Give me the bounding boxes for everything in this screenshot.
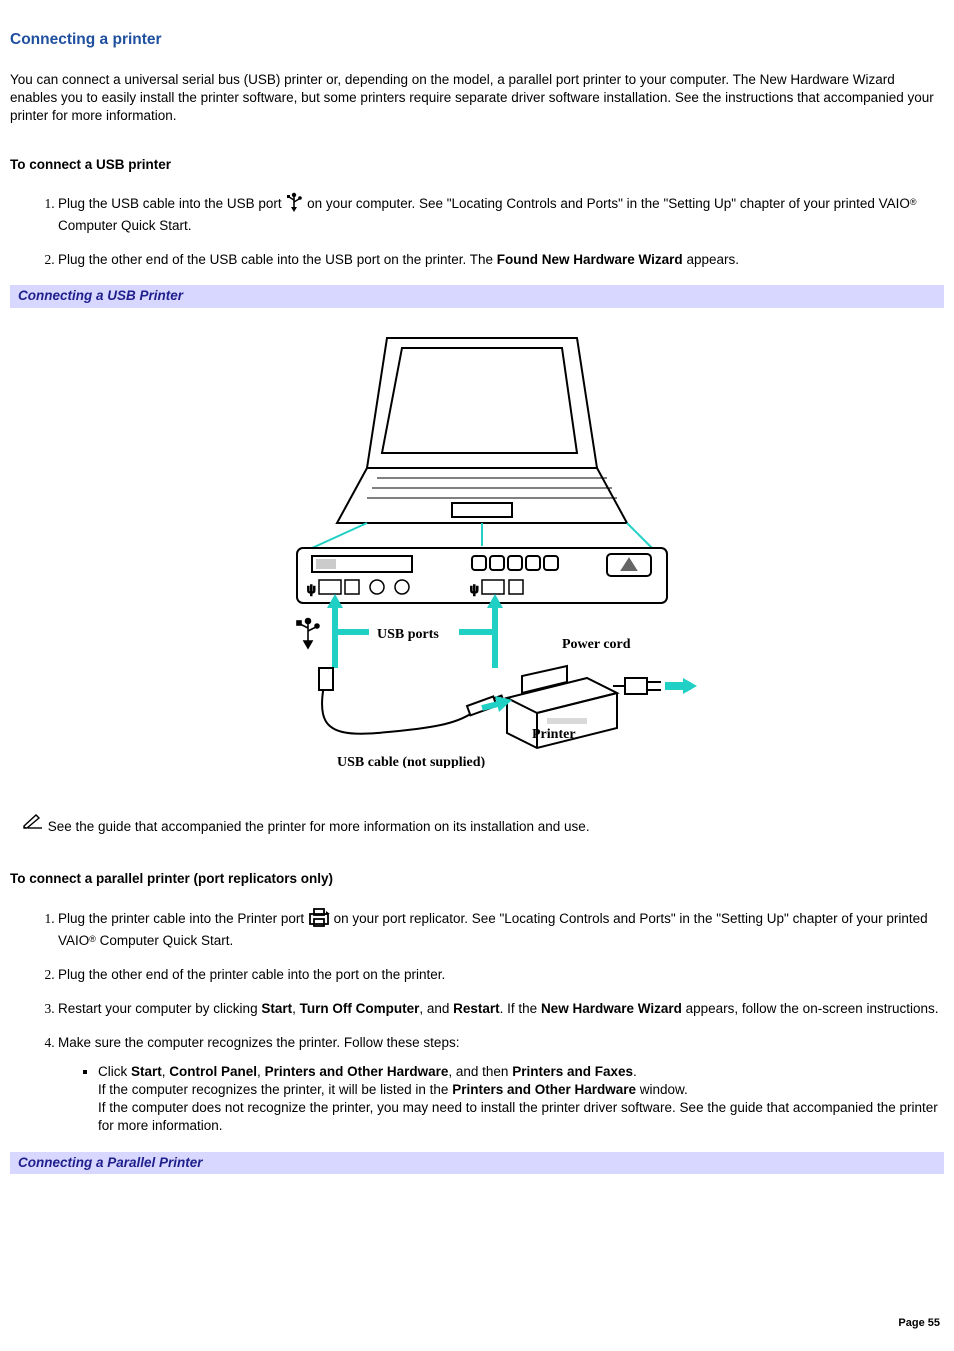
usb-section-heading: To connect a USB printer: [10, 156, 944, 174]
bold-start: Start: [261, 1001, 292, 1016]
intro-paragraph: You can connect a universal serial bus (…: [10, 71, 944, 126]
parallel-step-4: Make sure the computer recognizes the pr…: [58, 1034, 944, 1135]
document-page: Connecting a printer You can connect a u…: [0, 0, 954, 1351]
sub-cp: Control Panel: [169, 1064, 257, 1079]
par-step3-a: Restart your computer by clicking: [58, 1001, 261, 1016]
parallel-section-heading: To connect a parallel printer (port repl…: [10, 870, 944, 888]
usb-figure: ψ ψ USB ports: [10, 308, 944, 813]
usb-step1-text-b: on your computer. See "Locating Controls…: [307, 196, 910, 211]
sub-line2b: Printers and Other Hardware: [452, 1082, 636, 1097]
svg-text:ψ: ψ: [470, 582, 479, 596]
parallel-sublist: Click Start, Control Panel, Printers and…: [58, 1063, 944, 1136]
svg-text:ψ: ψ: [307, 582, 316, 596]
registered-mark: ®: [910, 197, 917, 207]
parallel-figure-caption: Connecting a Parallel Printer: [10, 1152, 944, 1174]
sub-line2c: window.: [636, 1082, 688, 1097]
sub-pf: Printers and Faxes: [512, 1064, 633, 1079]
usb-figure-caption: Connecting a USB Printer: [10, 285, 944, 307]
registered-mark-2: ®: [89, 934, 96, 944]
usb-step1-text-c: Computer Quick Start.: [58, 218, 192, 233]
sub-poh: Printers and Other Hardware: [265, 1064, 449, 1079]
sub-a1: Click: [98, 1064, 131, 1079]
parallel-step-1: Plug the printer cable into the Printer …: [58, 907, 944, 950]
usb-step-2: Plug the other end of the USB cable into…: [58, 251, 944, 269]
par-step3-b: . If the: [500, 1001, 541, 1016]
label-usb-cable: USB cable (not supplied): [337, 755, 486, 768]
bold-nhw: New Hardware Wizard: [541, 1001, 682, 1016]
usb-connection-diagram: ψ ψ USB ports: [257, 318, 697, 768]
usb-step1-text-a: Plug the USB cable into the USB port: [58, 196, 285, 211]
label-usb-ports: USB ports: [377, 627, 439, 642]
bold-restart: Restart: [453, 1001, 500, 1016]
sub-s3: , and then: [448, 1064, 512, 1079]
found-new-hardware-bold: Found New Hardware Wizard: [497, 252, 683, 267]
parallel-step-2: Plug the other end of the printer cable …: [58, 966, 944, 984]
sub-line2a: If the computer recognizes the printer, …: [98, 1082, 452, 1097]
page-number: Page 55: [898, 1316, 940, 1331]
usb-trident-icon: [285, 192, 303, 217]
note-line: See the guide that accompanied the print…: [22, 813, 944, 836]
par-step3-s1: ,: [292, 1001, 300, 1016]
label-printer: Printer: [532, 727, 576, 742]
usb-step2-text-b: appears.: [683, 252, 739, 267]
bold-turnoff: Turn Off Computer: [300, 1001, 420, 1016]
usb-step2-text-a: Plug the other end of the USB cable into…: [58, 252, 497, 267]
usb-steps-list: Plug the USB cable into the USB port on …: [10, 192, 944, 270]
par-step4-text: Make sure the computer recognizes the pr…: [58, 1035, 459, 1050]
par-step1-c: Computer Quick Start.: [96, 933, 233, 948]
parallel-step-3: Restart your computer by clicking Start,…: [58, 1000, 944, 1018]
pencil-note-icon: [22, 813, 44, 834]
sub-line3: If the computer does not recognize the p…: [98, 1100, 938, 1133]
par-step1-a: Plug the printer cable into the Printer …: [58, 911, 308, 926]
parallel-steps-list: Plug the printer cable into the Printer …: [10, 907, 944, 1136]
sub-s2: ,: [257, 1064, 265, 1079]
sub-a2: .: [633, 1064, 637, 1079]
label-power-cord: Power cord: [562, 637, 631, 652]
note-text: See the guide that accompanied the print…: [44, 819, 590, 834]
usb-step-1: Plug the USB cable into the USB port on …: [58, 192, 944, 235]
parallel-sub-1: Click Start, Control Panel, Printers and…: [98, 1063, 944, 1136]
page-title: Connecting a printer: [10, 30, 944, 51]
sub-start: Start: [131, 1064, 162, 1079]
par-step3-c: appears, follow the on-screen instructio…: [682, 1001, 939, 1016]
usb-ports-label-group: USB ports: [327, 594, 503, 668]
printer-port-icon: [308, 907, 330, 932]
par-step3-s2: , and: [419, 1001, 453, 1016]
